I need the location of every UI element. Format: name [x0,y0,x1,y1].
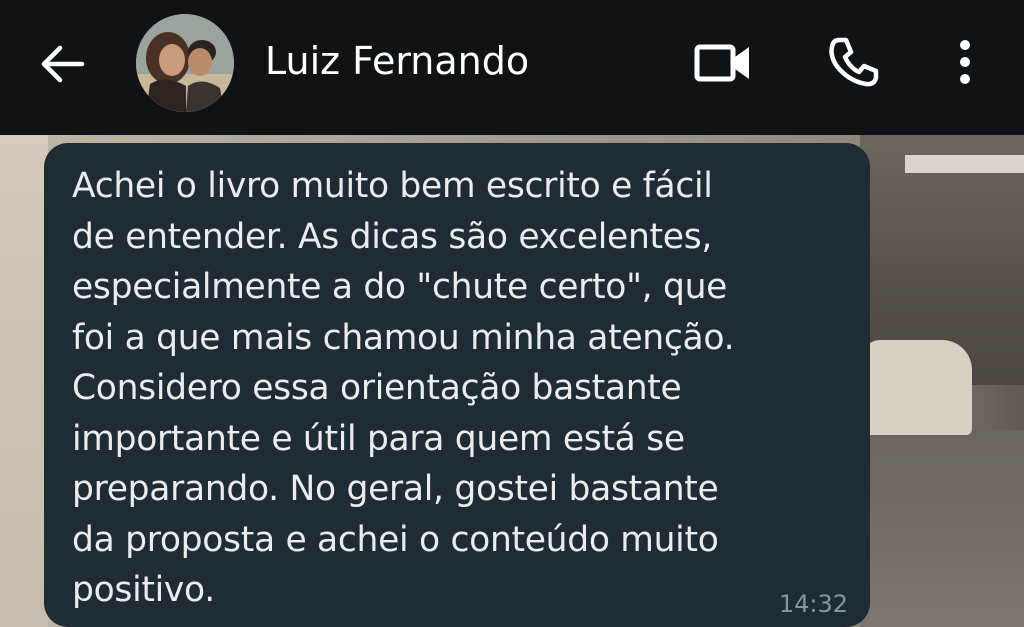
avatar-photo [136,14,234,112]
contact-name[interactable]: Luiz Fernando [265,36,529,86]
chat-screen: Luiz Fernando Achei o livro muito bem es… [0,0,1024,627]
phone-icon [829,37,879,87]
more-vert-icon [960,40,970,84]
video-call-icon [694,44,749,82]
contact-avatar[interactable] [136,14,234,112]
back-button[interactable] [30,36,94,92]
chat-header: Luiz Fernando [0,0,1024,135]
incoming-message-bubble[interactable]: Achei o livro muito bem escrito e fácil … [44,143,870,627]
more-options-button[interactable] [940,30,990,94]
voice-call-button[interactable] [818,30,888,94]
wallpaper-shape [0,135,48,627]
wallpaper-shape [905,155,1024,173]
arrow-left-icon [41,45,85,83]
message-text: Achei o livro muito bem escrito e fácil … [72,166,735,610]
video-call-button[interactable] [688,33,758,93]
message-timestamp: 14:32 [778,590,848,618]
wallpaper-shape [860,430,1024,627]
wallpaper-shape [862,340,972,435]
